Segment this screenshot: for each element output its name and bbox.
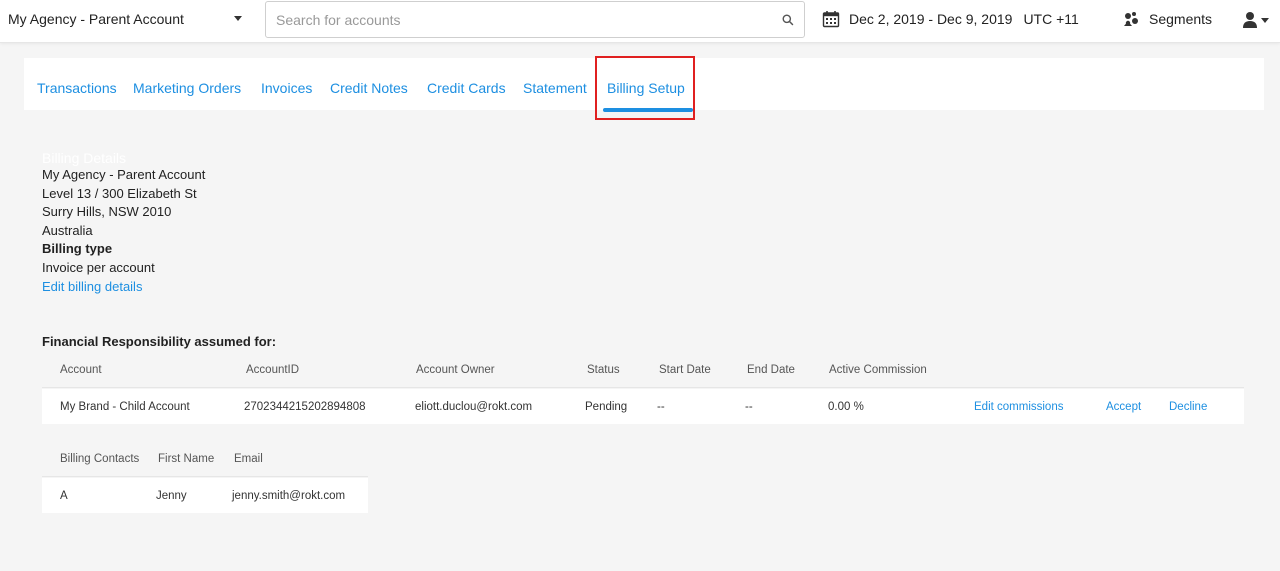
user-menu[interactable]	[1242, 10, 1276, 30]
tab-credit-notes[interactable]: Credit Notes	[330, 80, 408, 96]
billing-address-line-2: Surry Hills, NSW 2010	[42, 204, 172, 219]
tab-transactions[interactable]: Transactions	[37, 80, 117, 96]
column-header: Billing Contacts	[60, 452, 140, 465]
account-selector-label: My Agency - Parent Account	[8, 11, 184, 27]
table-row: A Jenny jenny.smith@rokt.com	[42, 478, 368, 513]
account-id-cell: 2702344215202894808	[244, 400, 366, 413]
billing-type-value: Invoice per account	[42, 260, 155, 275]
segments-button[interactable]: Segments	[1122, 0, 1212, 38]
edit-billing-details-link[interactable]: Edit billing details	[42, 279, 142, 294]
date-range-picker[interactable]: Dec 2, 2019 - Dec 9, 2019 UTC +11	[822, 0, 1079, 38]
account-search	[265, 1, 805, 38]
commission-cell: 0.00 %	[828, 400, 864, 413]
user-icon	[1243, 12, 1257, 28]
tab-invoices[interactable]: Invoices	[261, 80, 312, 96]
owner-cell: eliott.duclou@rokt.com	[415, 400, 533, 413]
tab-marketing-orders[interactable]: Marketing Orders	[133, 80, 241, 96]
email-cell: jenny.smith@rokt.com	[232, 489, 346, 502]
billing-type-label: Billing type	[42, 241, 113, 256]
highlight-annotation	[595, 56, 695, 120]
column-header: Email	[234, 452, 263, 465]
start-date-cell: --	[657, 400, 665, 413]
column-header: Start Date	[659, 363, 711, 376]
timezone-label: UTC +11	[1023, 11, 1079, 27]
segments-label: Segments	[1149, 11, 1213, 27]
segments-icon	[1124, 12, 1138, 26]
account-cell: My Brand - Child Account	[60, 400, 190, 413]
chevron-down-icon	[1261, 17, 1269, 23]
accept-link[interactable]: Accept	[1106, 389, 1141, 424]
end-date-cell: --	[745, 400, 753, 413]
column-header: Account Owner	[416, 363, 495, 376]
account-selector[interactable]: My Agency - Parent Account	[0, 0, 255, 38]
billing-country: Australia	[42, 223, 93, 238]
column-header: Account	[60, 363, 102, 376]
chevron-down-icon	[234, 16, 242, 21]
table-row: My Brand - Child Account 270234421520289…	[42, 389, 1244, 424]
status-cell: Pending	[585, 400, 628, 413]
financial-responsibility-heading: Financial Responsibility assumed for:	[42, 334, 277, 349]
column-header: Status	[587, 363, 620, 376]
contact-cell: A	[60, 489, 68, 502]
date-range-text: Dec 2, 2019 - Dec 9, 2019	[849, 11, 1013, 27]
edit-commissions-link[interactable]: Edit commissions	[974, 389, 1063, 424]
financial-table-header: Account AccountID Account Owner Status S…	[42, 352, 1244, 388]
top-bar: My Agency - Parent Account Dec 2, 2019 -…	[0, 0, 1280, 43]
tab-statement[interactable]: Statement	[523, 80, 587, 96]
billing-account-name: My Agency - Parent Account	[42, 167, 206, 182]
search-input[interactable]	[266, 2, 756, 37]
billing-details-heading: Billing Details	[42, 150, 127, 166]
tab-credit-cards[interactable]: Credit Cards	[427, 80, 506, 96]
contacts-table-header: Billing Contacts First Name Email	[42, 441, 368, 477]
calendar-icon	[822, 11, 840, 28]
column-header: Active Commission	[829, 363, 927, 376]
search-icon[interactable]	[781, 13, 795, 27]
column-header: AccountID	[246, 363, 300, 376]
first-name-cell: Jenny	[156, 489, 187, 502]
column-header: End Date	[747, 363, 795, 376]
billing-address-line-1: Level 13 / 300 Elizabeth St	[42, 186, 197, 201]
column-header: First Name	[158, 452, 215, 465]
decline-link[interactable]: Decline	[1169, 389, 1207, 424]
